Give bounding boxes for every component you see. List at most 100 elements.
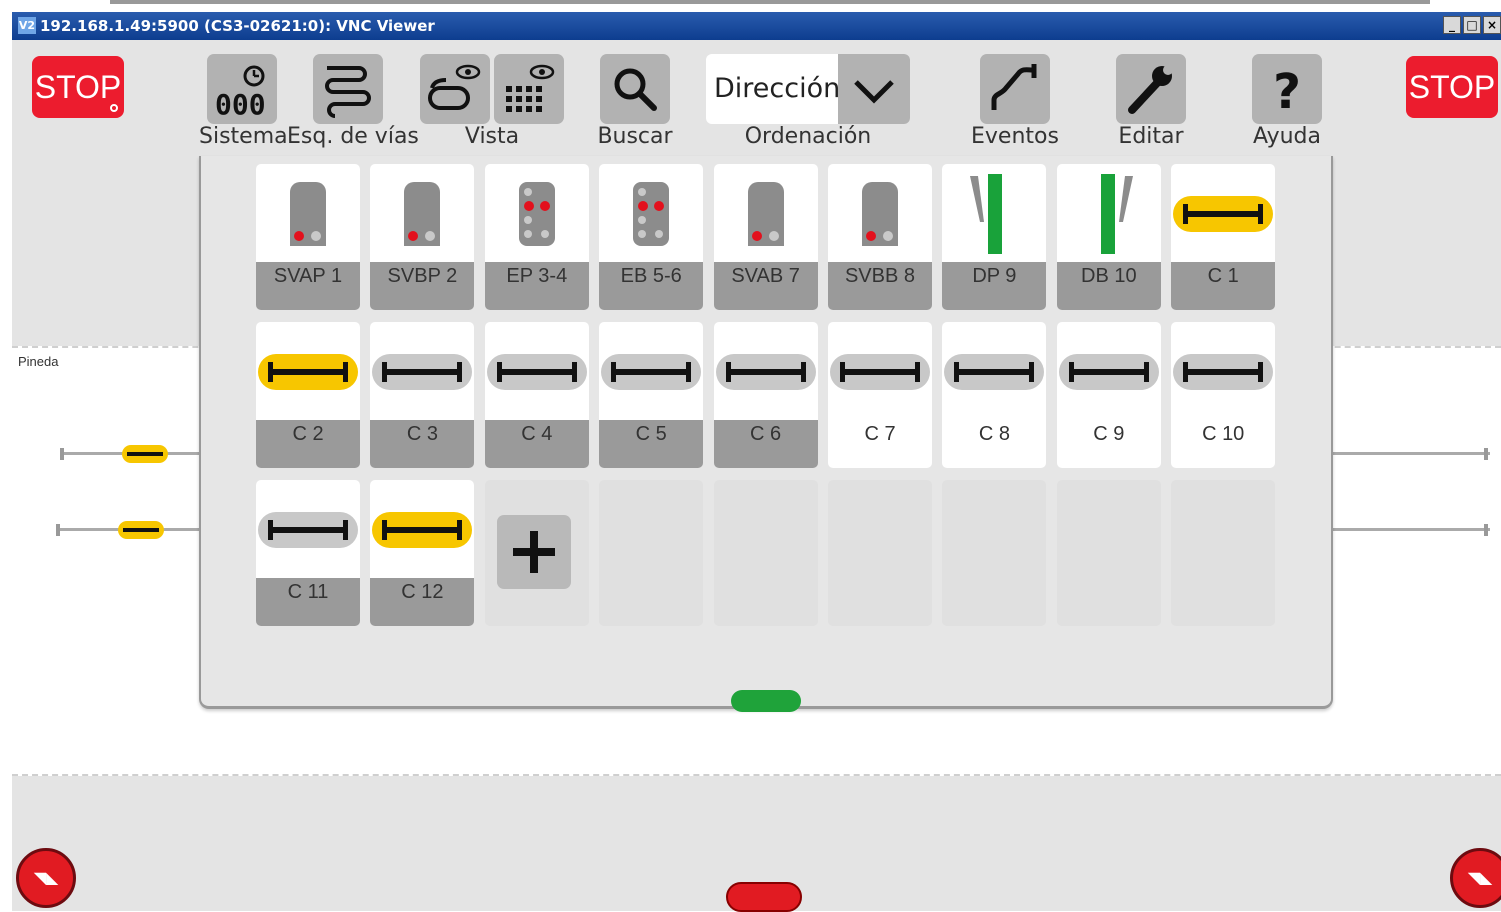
empty-slot [942, 480, 1047, 626]
window-controls: _ □ × [1443, 16, 1501, 34]
article-tile[interactable]: SVBB 8 [828, 164, 932, 310]
signal-2-icon [370, 164, 475, 262]
layout-name: Pineda [18, 354, 59, 369]
article-label: SVAB 7 [713, 262, 818, 310]
article-tile[interactable]: EP 3-4 [484, 164, 589, 310]
turnout-right-icon [1056, 164, 1161, 262]
article-tile[interactable]: C 3 [370, 322, 475, 468]
article-tile[interactable]: C 12 [370, 480, 475, 626]
article-tile[interactable]: C 2 [256, 322, 360, 468]
locomotive-icon-left[interactable]: ◥◣ [16, 848, 76, 908]
panel-drag-handle[interactable] [731, 690, 801, 712]
system-clock-icon: 000 [215, 65, 266, 121]
article-tile[interactable]: C 11 [256, 480, 360, 626]
stop-button-right[interactable]: STOP [1406, 56, 1498, 118]
article-label: SVAP 1 [256, 262, 360, 310]
article-tile[interactable]: C 6 [713, 322, 818, 468]
article-label: EP 3-4 [484, 262, 589, 310]
article-label: C 10 [1171, 420, 1276, 468]
uncoupler-track-icon[interactable] [118, 521, 164, 539]
view-layout-eye-icon [428, 64, 481, 110]
empty-slot [1056, 480, 1161, 626]
uncoupler-gray-icon [942, 322, 1047, 420]
view-keyboard-eye-icon [506, 64, 555, 112]
editar-label: Editar [1118, 124, 1184, 149]
turnout-left-icon [942, 164, 1047, 262]
locomotive-icon-right[interactable]: ◥◣ [1450, 848, 1501, 908]
article-tile[interactable]: SVAP 1 [256, 164, 360, 310]
stop-button-left[interactable]: STOP [32, 56, 124, 118]
wrench-icon [1128, 65, 1173, 114]
vista-label: Vista [464, 124, 520, 149]
maximize-button[interactable]: □ [1463, 16, 1481, 34]
uncoupler-gray-icon [484, 322, 589, 420]
vnc-icon: V2 [18, 17, 36, 34]
search-icon [614, 68, 657, 111]
article-tile[interactable]: C 5 [599, 322, 704, 468]
ordenacion-label: Ordenación [744, 124, 872, 149]
article-tile[interactable]: DB 10 [1056, 164, 1161, 310]
vnc-title-bar: V2 192.168.1.49:5900 (CS3-02621:0): VNC … [12, 12, 1501, 40]
article-tile[interactable]: DP 9 [942, 164, 1047, 310]
sistema-label: Sistema [199, 124, 288, 149]
article-keyboard-panel: SVAP 1 SVBP 2 EP 3-4 EB 5-6 SVAB 7 SVBB 8 DP 9… [199, 156, 1333, 712]
signal-multi-icon [484, 164, 589, 262]
sort-order-select[interactable]: Dirección [706, 54, 910, 124]
vista-layout-button[interactable] [420, 54, 490, 124]
uncoupler-gray-icon [1056, 322, 1161, 420]
eventos-label: Eventos [971, 124, 1059, 149]
ayuda-button[interactable]: ? [1252, 54, 1322, 124]
track-plan-icon [325, 66, 371, 118]
article-tile[interactable]: C 10 [1171, 322, 1276, 468]
editar-button[interactable] [1116, 54, 1186, 124]
article-tile[interactable]: C 7 [828, 322, 932, 468]
vista-keyboard-button[interactable] [494, 54, 564, 124]
article-label: C 4 [484, 420, 589, 468]
signal-2-icon [713, 164, 818, 262]
uncoupler-yellow-icon [370, 480, 475, 578]
help-question-icon: ? [1273, 64, 1301, 120]
uncoupler-gray-icon [828, 322, 932, 420]
events-curve-icon [991, 64, 1037, 110]
esq-vias-label: Esq. de vías [287, 124, 419, 149]
empty-slot [713, 480, 818, 626]
article-label: SVBP 2 [370, 262, 475, 310]
article-tile[interactable]: SVAB 7 [713, 164, 818, 310]
uncoupler-track-icon[interactable] [122, 445, 168, 463]
bottom-drag-handle[interactable] [726, 882, 802, 912]
buffer-stop-icon [1484, 448, 1488, 460]
close-button[interactable]: × [1483, 16, 1501, 34]
empty-slot [1171, 480, 1276, 626]
article-label: C 2 [256, 420, 360, 468]
article-label: C 12 [370, 578, 475, 626]
add-article-button[interactable] [484, 480, 589, 626]
track-plan-button[interactable] [313, 54, 383, 124]
cs3-app: STOP STOP 000 Sistema Esq. de vías Vista… [12, 40, 1501, 912]
top-edge-line [110, 0, 1430, 4]
stop-right-label: STOP [1408, 69, 1496, 105]
minimize-button[interactable]: _ [1443, 16, 1461, 34]
uncoupler-gray-icon [599, 322, 704, 420]
buscar-label: Buscar [597, 124, 673, 149]
eventos-button[interactable] [980, 54, 1050, 124]
sistema-button[interactable]: 000 [207, 54, 277, 124]
article-tile[interactable]: SVBP 2 [370, 164, 475, 310]
article-tile[interactable]: C 9 [1056, 322, 1161, 468]
sort-order-value: Dirección [714, 73, 841, 104]
article-label: C 6 [713, 420, 818, 468]
article-label: C 9 [1056, 420, 1161, 468]
buscar-button[interactable] [600, 54, 670, 124]
article-label: C 8 [942, 420, 1047, 468]
article-tile[interactable]: EB 5-6 [599, 164, 704, 310]
signal-2-icon [256, 164, 360, 262]
chevron-down-icon [838, 54, 910, 124]
article-tile[interactable]: C 4 [484, 322, 589, 468]
uncoupler-yellow-icon [1171, 164, 1276, 262]
uncoupler-gray-icon [370, 322, 475, 420]
article-label: C 11 [256, 578, 360, 626]
article-tile[interactable]: C 1 [1171, 164, 1276, 310]
empty-slot [828, 480, 932, 626]
uncoupler-yellow-icon [256, 322, 360, 420]
article-tile[interactable]: C 8 [942, 322, 1047, 468]
track-segment [1330, 528, 1490, 531]
